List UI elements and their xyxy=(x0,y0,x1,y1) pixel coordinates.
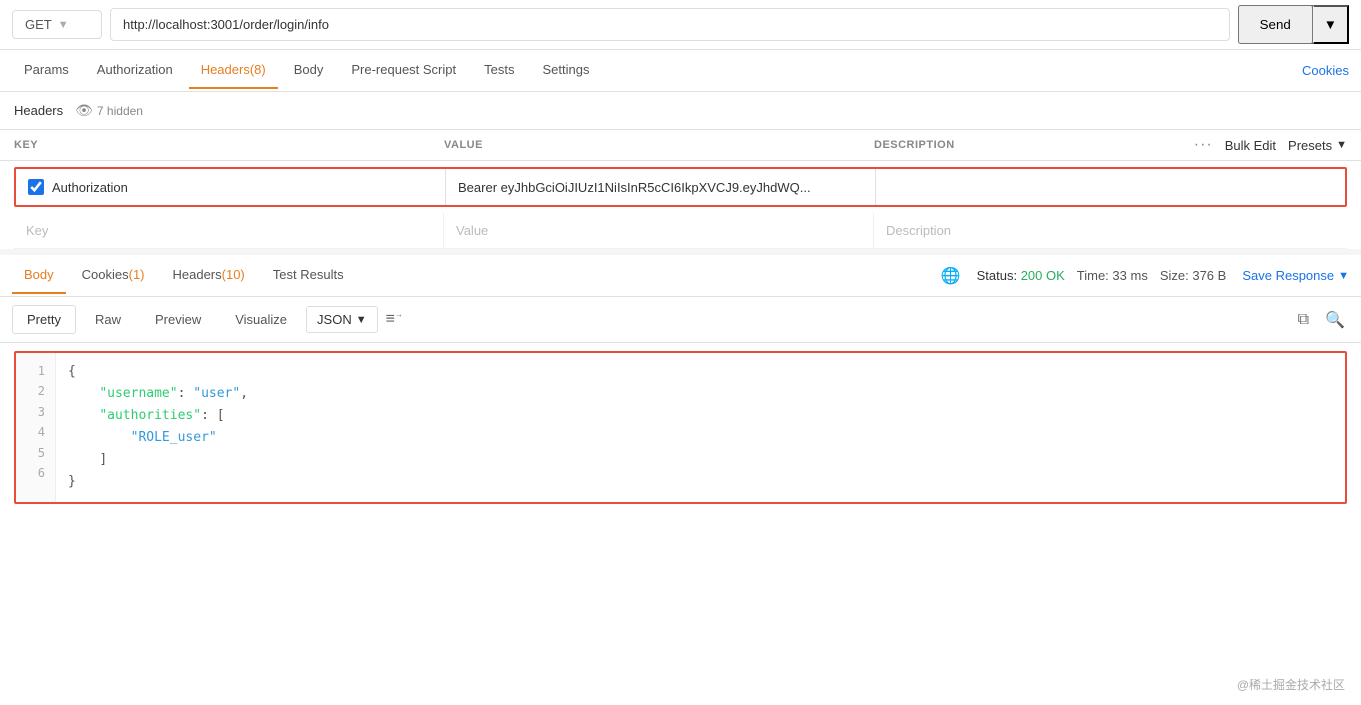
request-tabs-left: Params Authorization Headers(8) Body Pre… xyxy=(12,52,601,89)
url-bar: GET ▼ Send ▼ xyxy=(0,0,1361,50)
line-num-3: 3 xyxy=(26,402,45,422)
json-viewer: 1 2 3 4 5 6 { "username": "user", "autho… xyxy=(14,351,1347,504)
json-line-1: { xyxy=(68,361,1333,383)
size-label: Size: 376 B xyxy=(1160,268,1227,283)
col-key-header: KEY xyxy=(14,139,444,151)
format-tab-raw[interactable]: Raw xyxy=(80,305,136,334)
line-num-5: 5 xyxy=(26,443,45,463)
url-input[interactable] xyxy=(110,8,1230,41)
method-chevron: ▼ xyxy=(58,19,69,31)
json-line-4: "ROLE_user" xyxy=(68,427,1333,449)
format-toolbar: Pretty Raw Preview Visualize JSON ▼ ≡→ ⧉… xyxy=(0,297,1361,343)
presets-chevron-icon: ▼ xyxy=(1336,139,1347,151)
globe-icon: 🌐 xyxy=(941,266,961,286)
empty-key-cell[interactable]: Key xyxy=(14,213,444,248)
format-tab-pretty[interactable]: Pretty xyxy=(12,305,76,334)
json-line-2: "username": "user", xyxy=(68,383,1333,405)
json-line-6: } xyxy=(68,471,1333,493)
tab-body[interactable]: Body xyxy=(282,52,336,89)
watermark: @稀土掘金技术社区 xyxy=(1237,676,1345,693)
empty-desc-placeholder: Description xyxy=(886,223,951,238)
cookies-link[interactable]: Cookies xyxy=(1302,63,1349,78)
tab-response-headers[interactable]: Headers(10) xyxy=(161,257,257,294)
response-tabs-bar: Body Cookies(1) Headers(10) Test Results… xyxy=(0,255,1361,297)
size-value: 376 B xyxy=(1192,268,1226,283)
tab-tests[interactable]: Tests xyxy=(472,52,526,89)
format-tabs-left: Pretty Raw Preview Visualize JSON ▼ ≡→ xyxy=(12,305,407,334)
save-response-button[interactable]: Save Response ▼ xyxy=(1242,268,1349,283)
method-select[interactable]: GET ▼ xyxy=(12,10,102,39)
headers-subbar-title: Headers xyxy=(14,103,63,118)
presets-button[interactable]: Presets ▼ xyxy=(1288,138,1347,153)
format-tab-visualize[interactable]: Visualize xyxy=(220,305,302,334)
format-tab-preview[interactable]: Preview xyxy=(140,305,216,334)
col-desc-header: DESCRIPTION xyxy=(874,139,1194,151)
send-dropdown-button[interactable]: ▼ xyxy=(1313,5,1349,44)
header-key-value: Authorization xyxy=(52,180,128,195)
line-num-4: 4 xyxy=(26,422,45,442)
json-content: { "username": "user", "authorities": [ "… xyxy=(56,353,1345,502)
line-num-6: 6 xyxy=(26,463,45,483)
save-response-chevron-icon: ▼ xyxy=(1338,270,1349,282)
line-numbers: 1 2 3 4 5 6 xyxy=(16,353,56,502)
format-select[interactable]: JSON ▼ xyxy=(306,306,378,333)
table-actions: ··· Bulk Edit Presets ▼ xyxy=(1194,136,1347,154)
time-value: 33 ms xyxy=(1112,268,1147,283)
json-line-5: ] xyxy=(68,449,1333,471)
tab-params[interactable]: Params xyxy=(12,52,81,89)
status-info: Status: 200 OK Time: 33 ms Size: 376 B xyxy=(977,268,1227,283)
send-button-group: Send ▼ xyxy=(1238,5,1349,44)
status-value: 200 OK xyxy=(1021,268,1065,283)
send-button[interactable]: Send xyxy=(1238,5,1313,44)
header-desc-cell[interactable] xyxy=(876,169,1345,205)
tab-authorization[interactable]: Authorization xyxy=(85,52,185,89)
tab-headers[interactable]: Headers(8) xyxy=(189,52,278,89)
tab-response-body[interactable]: Body xyxy=(12,257,66,294)
tab-response-test-results[interactable]: Test Results xyxy=(261,257,356,294)
more-options-icon[interactable]: ··· xyxy=(1194,136,1213,154)
col-value-header: VALUE xyxy=(444,139,874,151)
hidden-badge: 👁 7 hidden xyxy=(75,102,143,119)
copy-icon[interactable]: ⧉ xyxy=(1294,307,1313,333)
tab-prerequest[interactable]: Pre-request Script xyxy=(339,52,468,89)
header-checkbox[interactable] xyxy=(28,179,44,195)
table-header-row: KEY VALUE DESCRIPTION ··· Bulk Edit Pres… xyxy=(0,130,1361,161)
tab-settings[interactable]: Settings xyxy=(530,52,601,89)
line-num-1: 1 xyxy=(26,361,45,381)
time-label: Time: 33 ms xyxy=(1077,268,1148,283)
tab-response-cookies[interactable]: Cookies(1) xyxy=(70,257,157,294)
empty-value-cell[interactable]: Value xyxy=(444,213,874,248)
header-value-cell[interactable]: Bearer eyJhbGciOiJIUzI1NiIsInR5cCI6IkpXV… xyxy=(446,169,876,205)
empty-value-placeholder: Value xyxy=(456,223,488,238)
line-num-2: 2 xyxy=(26,381,45,401)
header-value-text: Bearer eyJhbGciOiJIUzI1NiIsInR5cCI6IkpXV… xyxy=(458,180,811,195)
response-tabs-right: 🌐 Status: 200 OK Time: 33 ms Size: 376 B… xyxy=(941,266,1349,286)
request-tabs-bar: Params Authorization Headers(8) Body Pre… xyxy=(0,50,1361,92)
status-label: Status: 200 OK xyxy=(977,268,1065,283)
format-action-icons: ⧉ 🔍 xyxy=(1294,306,1349,334)
response-tabs-left: Body Cookies(1) Headers(10) Test Results xyxy=(12,257,356,294)
empty-key-placeholder: Key xyxy=(26,223,48,238)
hidden-count: 7 hidden xyxy=(97,104,143,118)
bulk-edit-button[interactable]: Bulk Edit xyxy=(1225,138,1276,153)
header-key-cell: Authorization xyxy=(16,169,446,205)
json-line-3: "authorities": [ xyxy=(68,405,1333,427)
empty-desc-cell[interactable]: Description xyxy=(874,213,1347,248)
eye-icon: 👁 xyxy=(75,102,93,119)
filter-icon[interactable]: ≡→ xyxy=(382,306,407,332)
header-row-authorization: Authorization Bearer eyJhbGciOiJIUzI1NiI… xyxy=(14,167,1347,207)
headers-subbar: Headers 👁 7 hidden xyxy=(0,92,1361,130)
search-icon[interactable]: 🔍 xyxy=(1321,306,1349,334)
format-select-chevron-icon: ▼ xyxy=(356,314,367,326)
method-label: GET xyxy=(25,17,52,32)
header-empty-row: Key Value Description xyxy=(14,213,1347,249)
